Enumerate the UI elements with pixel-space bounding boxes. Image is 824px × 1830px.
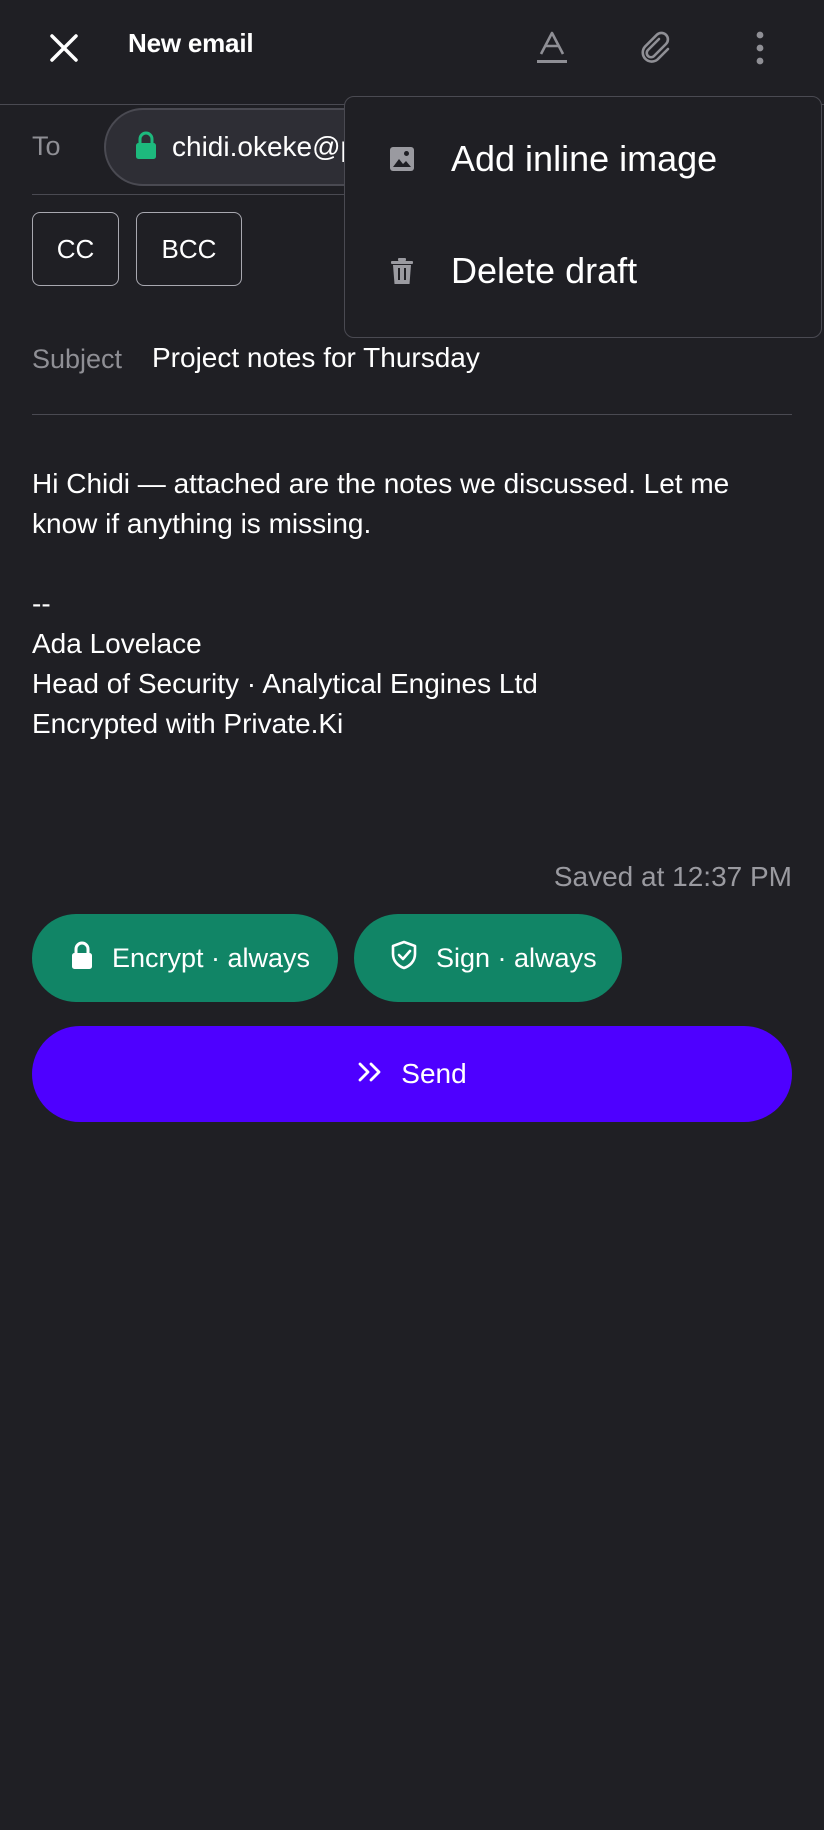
menu-item-delete-draft[interactable]: Delete draft — [345, 221, 821, 321]
cc-button[interactable]: CC — [32, 212, 119, 286]
image-icon — [387, 144, 417, 174]
body-line: Head of Security · Analytical Engines Lt… — [32, 668, 538, 699]
encrypt-label: Encrypt · always — [112, 942, 311, 973]
menu-item-add-inline-image[interactable]: Add inline image — [345, 109, 821, 209]
text-format-icon[interactable] — [520, 16, 584, 80]
bcc-button[interactable]: BCC — [136, 212, 242, 286]
encrypt-toggle[interactable]: Encrypt · always — [32, 914, 338, 1002]
lock-icon — [70, 940, 94, 977]
page-title: New email — [128, 28, 254, 58]
double-chevron-icon — [357, 1058, 383, 1090]
overflow-menu: Add inline image Delete draft — [344, 96, 822, 338]
saved-status: Saved at 12:37 PM — [553, 861, 792, 892]
paperclip-icon[interactable] — [624, 16, 688, 80]
sign-toggle[interactable]: Sign · always — [354, 914, 622, 1002]
body-line: -- — [32, 588, 51, 619]
body-line — [32, 544, 792, 584]
more-vertical-icon[interactable] — [728, 16, 792, 80]
body-line: Ada Lovelace — [32, 628, 202, 659]
to-label: To — [32, 131, 61, 161]
subject-divider — [32, 414, 792, 415]
body-line: Encrypted with Private.Ki — [32, 708, 344, 739]
sign-label: Sign · always — [436, 942, 597, 973]
recipient-chip-text: chidi.okeke@p — [172, 131, 357, 162]
top-bar: New email — [0, 0, 824, 100]
close-icon[interactable] — [32, 16, 96, 80]
subject-label: Subject — [32, 344, 123, 374]
trash-icon — [387, 256, 417, 286]
message-body[interactable]: Hi Chidi — attached are the notes we dis… — [32, 464, 792, 744]
body-line: Hi Chidi — attached are the notes we dis… — [32, 468, 730, 499]
lock-icon — [134, 130, 158, 165]
body-line: know if anything is missing. — [32, 508, 372, 539]
menu-item-label: Delete draft — [451, 250, 638, 291]
shield-icon — [390, 940, 418, 977]
send-button[interactable]: Send — [32, 1026, 792, 1122]
subject-input[interactable]: Project notes for Thursday — [152, 342, 480, 374]
send-label: Send — [401, 1058, 467, 1089]
menu-item-label: Add inline image — [451, 138, 718, 179]
